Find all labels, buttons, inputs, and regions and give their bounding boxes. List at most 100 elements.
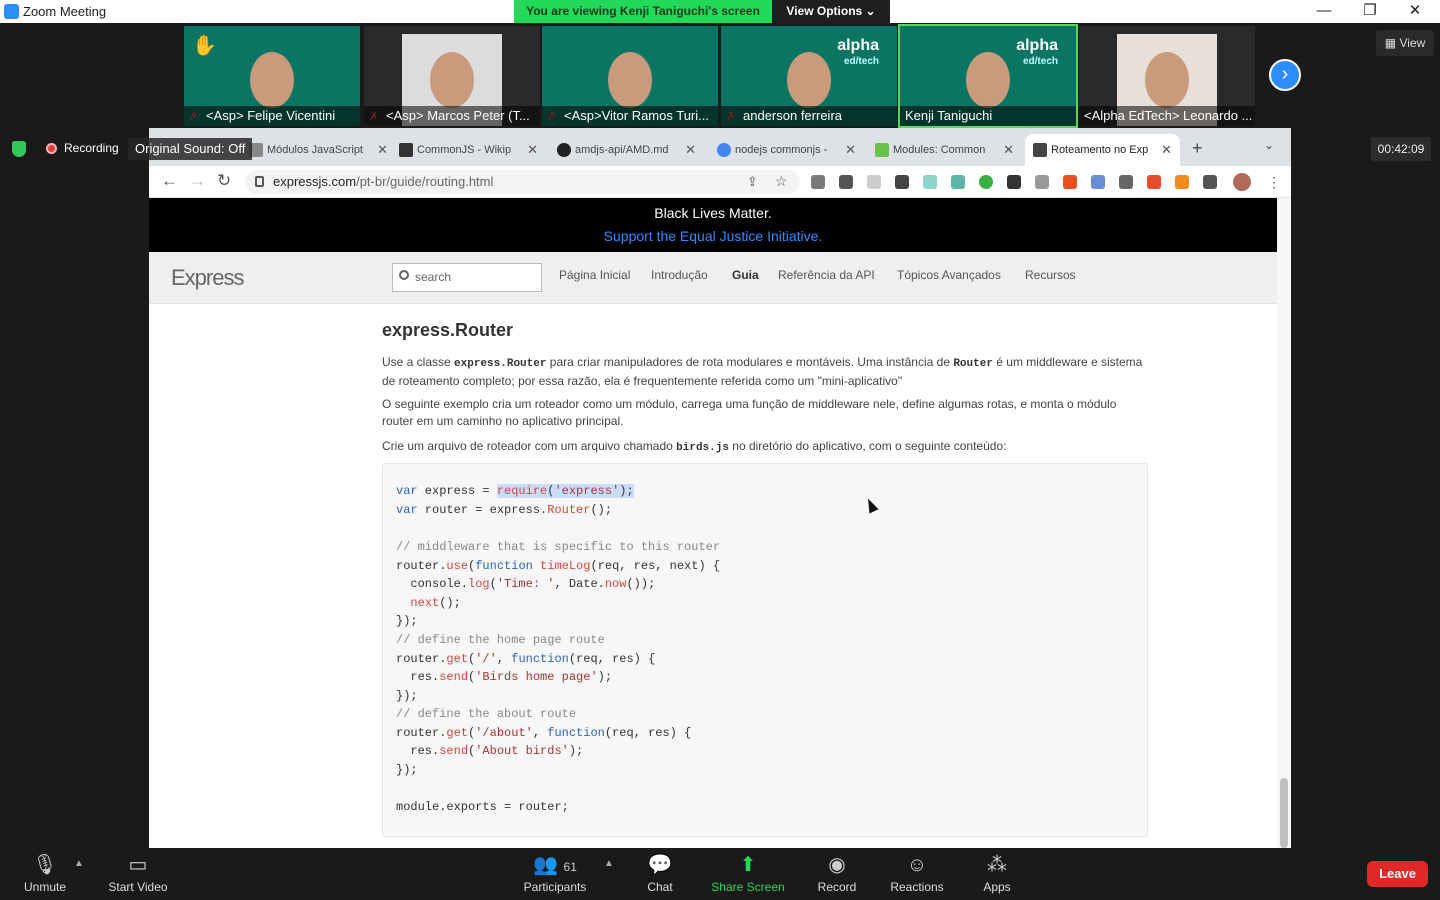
nav-home[interactable]: Página Inicial (559, 268, 630, 282)
minimize-icon[interactable]: — (1304, 1, 1344, 21)
participant-tile-active-speaker[interactable]: alpha ed/tech Kenji Taniguchi (898, 24, 1078, 128)
browser-tab[interactable]: Modules: Common ✕ (867, 134, 1022, 166)
nav-resources[interactable]: Recursos (1025, 268, 1076, 282)
participant-video (966, 52, 1010, 108)
original-sound-toggle[interactable]: Original Sound: Off (128, 138, 253, 160)
security-shield-icon[interactable] (12, 141, 26, 157)
restore-icon[interactable]: ❐ (1350, 1, 1390, 21)
tab-close-icon[interactable]: ✕ (527, 134, 538, 166)
code-line: var router = express.Router(); (396, 503, 613, 517)
tab-close-icon[interactable]: ✕ (845, 134, 856, 166)
tab-close-icon[interactable]: ✕ (1161, 134, 1172, 166)
participant-tile[interactable]: alphaed/tech ✗ anderson ferreira (721, 26, 897, 126)
express-favicon (1033, 143, 1047, 157)
browser-tab[interactable]: amdjs-api/AMD.md ✕ (549, 134, 704, 166)
leave-button[interactable]: Leave (1367, 861, 1428, 887)
search-icon (399, 270, 409, 280)
extensions-puzzle-icon[interactable] (1203, 175, 1217, 189)
start-video-button[interactable]: ▭ Start Video (93, 852, 183, 894)
people-icon: 👥 (533, 854, 558, 876)
participant-video (787, 52, 831, 108)
reactions-button[interactable]: ☺ Reactions (872, 852, 962, 894)
nav-advanced[interactable]: Tópicos Avançados (897, 268, 1001, 282)
participant-name: Kenji Taniguchi (900, 106, 1076, 126)
tab-strip: Módulos JavaScript ✕ CommonJS - Wikip ✕ am… (149, 128, 1291, 166)
participants-button[interactable]: 👥 61 Participants (510, 852, 600, 894)
participant-name: anderson ferreira (721, 106, 897, 126)
meeting-controls: 🎙 Unmute ▲ ▭ Start Video 👥 61 Participants … (0, 848, 1440, 900)
extension-icon[interactable] (867, 175, 881, 189)
view-options-button[interactable]: View Options ⌄ (772, 0, 890, 23)
forward-arrow-icon[interactable]: → (189, 171, 206, 191)
extension-icon[interactable] (1007, 175, 1021, 189)
audio-options-caret-icon[interactable]: ▲ (74, 858, 84, 869)
close-icon[interactable]: ✕ (1395, 1, 1435, 21)
view-button[interactable]: ▦ View (1376, 30, 1434, 56)
apps-button[interactable]: ⁂ Apps (952, 852, 1042, 894)
browser-tab[interactable]: nodejs commonjs - ✕ (709, 134, 864, 166)
share-screen-button[interactable]: ⬆ Share Screen (703, 852, 793, 894)
extension-icon[interactable] (951, 175, 965, 189)
nodejs-favicon (875, 143, 889, 157)
eji-link[interactable]: Support the Equal Justice Initiative. (149, 221, 1277, 244)
extension-icon[interactable] (1091, 175, 1105, 189)
browser-tab-active[interactable]: Roteamento no Exp ✕ (1025, 134, 1180, 166)
apps-icon: ⁂ (987, 854, 1007, 876)
participant-video (430, 52, 474, 108)
share-screen-icon: ⬆ (739, 854, 757, 876)
tab-close-icon[interactable]: ✕ (685, 134, 696, 166)
extension-icon[interactable] (895, 175, 909, 189)
share-icon[interactable]: ⇪ (747, 174, 758, 190)
browser-tab[interactable]: CommonJS - Wikip ✕ (391, 134, 546, 166)
page-scrollbar[interactable] (1277, 198, 1291, 848)
participant-video (608, 52, 652, 108)
extension-icon[interactable] (923, 175, 937, 189)
tab-close-icon[interactable]: ✕ (1003, 134, 1014, 166)
next-page-arrow-icon[interactable]: › (1269, 59, 1301, 91)
code-line: // define the about route (396, 707, 577, 721)
github-favicon (557, 143, 571, 157)
search-input[interactable]: search (392, 263, 542, 292)
browser-menu-icon[interactable]: ⋮ (1267, 174, 1281, 191)
section-heading: express.Router (382, 320, 514, 340)
paragraph: O seguinte exemplo cria um roteador como… (382, 397, 1117, 428)
participants-options-caret-icon[interactable]: ▲ (604, 858, 614, 869)
browser-toolbar: ← → ↻ expressjs.com/pt-br/guide/routing.… (149, 166, 1291, 198)
extension-icon[interactable] (1119, 175, 1133, 189)
participant-tile[interactable]: ✗ <Asp> Marcos Peter (T... (364, 26, 540, 126)
address-bar[interactable]: expressjs.com/pt-br/guide/routing.html (245, 170, 800, 194)
window-title: Zoom Meeting (23, 4, 107, 19)
express-logo[interactable]: Express (171, 265, 244, 291)
metamask-icon[interactable] (1175, 175, 1189, 189)
browser-tab[interactable]: Módulos JavaScript ✕ (241, 134, 396, 166)
profile-avatar-icon[interactable] (1233, 173, 1251, 191)
extension-icon[interactable] (1035, 175, 1049, 189)
extension-icon[interactable] (1147, 175, 1161, 189)
nav-api[interactable]: Referência da API (778, 268, 875, 282)
tab-close-icon[interactable]: ✕ (377, 134, 388, 166)
extension-icon[interactable] (839, 175, 853, 189)
tab-search-chevron-icon[interactable]: ⌄ (1264, 138, 1274, 152)
code-line: router.use(function timeLog(req, res, ne… (396, 559, 721, 573)
code-block[interactable]: var express = require('express'); var ro… (382, 463, 1148, 837)
bookmark-star-icon[interactable]: ☆ (775, 173, 788, 190)
record-button[interactable]: ◉ Record (792, 852, 882, 894)
scrollbar-thumb[interactable] (1280, 778, 1288, 848)
recording-dot-icon (46, 143, 57, 154)
nav-guide[interactable]: Guia (732, 268, 759, 282)
participant-tile[interactable]: ✗ <Asp>Vitor Ramos Turi... (542, 26, 718, 126)
new-tab-icon[interactable]: + (1192, 138, 1203, 159)
code-line: res.send('About birds'); (396, 744, 584, 758)
reload-icon[interactable]: ↻ (217, 171, 231, 191)
extension-icon[interactable] (811, 175, 825, 189)
code-line: // define the home page route (396, 633, 605, 647)
chat-button[interactable]: 💬 Chat (615, 852, 705, 894)
code-line: console.log('Time: ', Date.now()); (396, 577, 656, 591)
nav-intro[interactable]: Introdução (651, 268, 708, 282)
back-arrow-icon[interactable]: ← (161, 171, 178, 191)
extension-icon[interactable] (979, 175, 993, 189)
participant-tile[interactable]: <Alpha EdTech> Leonardo ... (1079, 26, 1255, 126)
code-line: module.exports = router; (396, 800, 569, 814)
extension-icon[interactable] (1063, 175, 1077, 189)
participant-name: <Alpha EdTech> Leonardo ... (1079, 106, 1255, 126)
